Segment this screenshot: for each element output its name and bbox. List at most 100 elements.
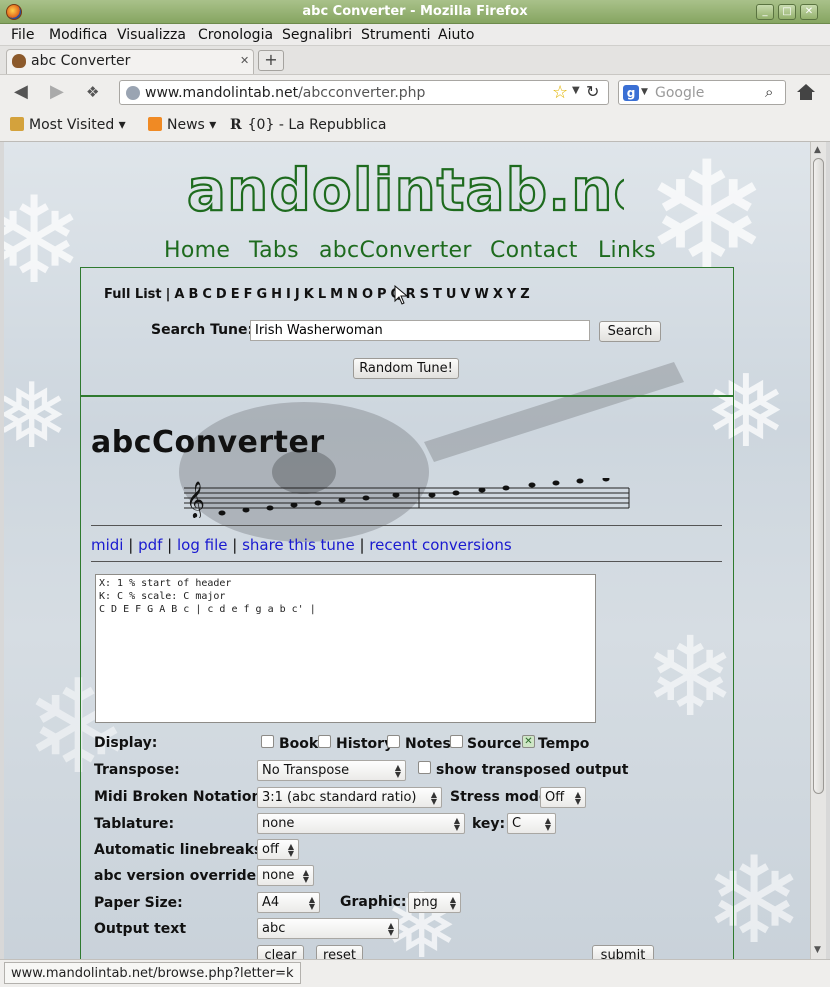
transpose-select[interactable]: No Transpose ▲ ▼ (257, 760, 406, 781)
bookmark-news[interactable]: News ▾ (148, 117, 216, 133)
nav-contact[interactable]: Contact (490, 238, 578, 263)
forward-arrow-icon[interactable]: ▶ (50, 83, 64, 101)
url-text[interactable]: www.mandolintab.net/abcconverter.php (145, 85, 425, 101)
nav-tabs[interactable]: Tabs (249, 238, 299, 263)
midi-notation-select[interactable]: 3:1 (abc standard ratio) ▲ ▼ (257, 787, 442, 808)
letter-link-m[interactable]: M (330, 287, 343, 302)
version-override-select[interactable]: none ▲ ▼ (257, 865, 314, 886)
search-magnifier-icon[interactable]: ⌕ (765, 83, 773, 101)
letter-link-d[interactable]: D (216, 287, 227, 302)
scroll-up-icon[interactable]: ▲ (814, 145, 821, 155)
reload-icon[interactable]: ↻ (586, 82, 599, 101)
abc-text-area[interactable]: X: 1 % start of header K: C % scale: C m… (95, 574, 596, 723)
log-file-link[interactable]: log file (177, 536, 227, 554)
search-bar[interactable]: g ▼ Google ⌕ (618, 80, 786, 105)
share-tune-link[interactable]: share this tune (242, 536, 355, 554)
menu-segnalibri[interactable]: Segnalibri (282, 27, 352, 43)
scrollbar-thumb[interactable] (813, 158, 824, 794)
menu-aiuto[interactable]: Aiuto (438, 27, 474, 43)
search-tune-input[interactable] (250, 320, 590, 341)
show-transposed-checkbox[interactable] (418, 761, 431, 774)
letter-link-o[interactable]: O (362, 287, 373, 302)
random-tune-button[interactable]: Random Tune! (353, 358, 459, 379)
minimize-button[interactable]: _ (756, 4, 774, 20)
letter-link-e[interactable]: E (231, 287, 240, 302)
letter-link-n[interactable]: N (347, 287, 358, 302)
letter-link-x[interactable]: X (493, 287, 503, 302)
key-select[interactable]: C ▲ ▼ (507, 813, 556, 834)
spinner-arrows-icon: ▲ ▼ (449, 895, 456, 911)
letter-link-a[interactable]: A (174, 287, 184, 302)
letter-link-v[interactable]: V (460, 287, 470, 302)
letter-link-k[interactable]: K (304, 287, 314, 302)
letter-link-l[interactable]: L (318, 287, 326, 302)
firefox-icon (6, 4, 22, 20)
letter-link-w[interactable]: W (474, 287, 488, 302)
book-checkbox[interactable] (261, 735, 274, 748)
new-tab-button[interactable]: + (258, 50, 284, 71)
google-engine-icon[interactable]: g (623, 85, 639, 101)
tab-close-icon[interactable]: ✕ (240, 55, 250, 66)
stress-mode-label: Stress mode: (450, 789, 555, 805)
maximize-button[interactable]: □ (778, 4, 796, 20)
clear-button[interactable]: clear (257, 945, 304, 959)
mandolintab-logo: mandolintab.net (184, 156, 624, 218)
bookmark-most-visited[interactable]: Most Visited ▾ (10, 117, 126, 133)
url-dropdown-icon[interactable]: ▼ (572, 85, 580, 96)
search-button[interactable]: Search (599, 321, 661, 342)
stress-mode-select[interactable]: Off ▲ ▼ (540, 787, 586, 808)
letter-link-i[interactable]: I (286, 287, 291, 302)
bookmark-repubblica[interactable]: R {0} - La Repubblica (230, 117, 386, 133)
nav-home[interactable]: Home (164, 238, 230, 263)
site-identity-icon[interactable] (126, 86, 140, 100)
letter-link-u[interactable]: U (446, 287, 457, 302)
tab-abc-converter[interactable]: abc Converter ✕ (6, 49, 254, 74)
bookmark-star-icon[interactable]: ☆ (552, 82, 568, 103)
history-checkbox[interactable] (318, 735, 331, 748)
vertical-scrollbar[interactable]: ▲ ▼ (810, 142, 826, 959)
menu-strumenti[interactable]: Strumenti (361, 27, 431, 43)
reset-button[interactable]: reset (316, 945, 363, 959)
snowflake-decoration-icon: ❄ (4, 172, 85, 311)
letter-link-j[interactable]: J (295, 287, 300, 302)
letter-link-z[interactable]: Z (520, 287, 529, 302)
letter-link-y[interactable]: Y (507, 287, 516, 302)
url-bar[interactable]: www.mandolintab.net/abcconverter.php ☆ ▼… (119, 80, 609, 105)
scroll-down-icon[interactable]: ▼ (814, 945, 821, 955)
letter-link-p[interactable]: P (377, 287, 387, 302)
menu-visualizza[interactable]: Visualizza (117, 27, 186, 43)
history-dropdown-icon[interactable]: ❖ (86, 83, 99, 101)
letter-link-f[interactable]: F (244, 287, 253, 302)
nav-abcconverter[interactable]: abcConverter (319, 238, 472, 263)
source-checkbox[interactable] (450, 735, 463, 748)
graphic-select[interactable]: png ▲ ▼ (408, 892, 461, 913)
nav-links[interactable]: Links (598, 238, 656, 263)
menu-file[interactable]: File (11, 27, 34, 43)
letter-link-c[interactable]: C (202, 287, 212, 302)
letter-link-t[interactable]: T (433, 287, 442, 302)
menu-cronologia[interactable]: Cronologia (198, 27, 273, 43)
pdf-link[interactable]: pdf (138, 536, 162, 554)
letter-link-b[interactable]: B (188, 287, 198, 302)
tablature-select[interactable]: none ▲ ▼ (257, 813, 465, 834)
output-text-select[interactable]: abc ▲ ▼ (257, 918, 399, 939)
letter-link-h[interactable]: H (271, 287, 282, 302)
home-icon[interactable] (796, 82, 816, 102)
tab-title: abc Converter (31, 53, 131, 69)
recent-conversions-link[interactable]: recent conversions (369, 536, 511, 554)
navigation-toolbar: ◀ ▶ ❖ www.mandolintab.net/abcconverter.p… (0, 74, 830, 110)
engine-dropdown-icon[interactable]: ▼ (641, 87, 648, 97)
close-window-button[interactable]: ✕ (800, 4, 818, 20)
tempo-checkbox[interactable]: ✕ (522, 735, 535, 748)
midi-link[interactable]: midi (91, 536, 123, 554)
paper-size-select[interactable]: A4 ▲ ▼ (257, 892, 320, 913)
full-list-link[interactable]: Full List (104, 287, 162, 302)
menu-modifica[interactable]: Modifica (49, 27, 108, 43)
stress-mode-value: Off (545, 790, 565, 805)
letter-link-g[interactable]: G (256, 287, 267, 302)
submit-button[interactable]: submit (592, 945, 654, 959)
letter-link-s[interactable]: S (420, 287, 429, 302)
notes-checkbox[interactable] (387, 735, 400, 748)
linebreaks-select[interactable]: off ▲ ▼ (257, 839, 299, 860)
back-arrow-icon[interactable]: ◀ (14, 83, 28, 101)
